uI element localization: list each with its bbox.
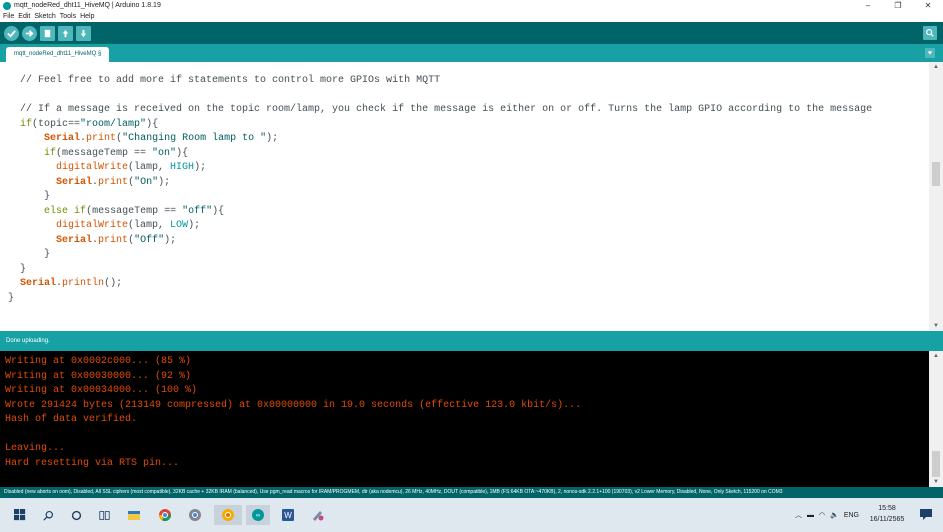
console-text: Writing at 0x0002c000... (85 %) Writing …: [5, 355, 581, 471]
code-line: }: [8, 263, 27, 275]
console-line: Wrote 291424 bytes (213149 compressed) a…: [5, 399, 582, 411]
chrome-dev-icon[interactable]: [185, 505, 205, 525]
scroll-up-icon[interactable]: ▲: [929, 62, 943, 72]
code-line: }: [8, 191, 51, 202]
menu-help[interactable]: Help: [80, 11, 94, 22]
code-line: else if(messageTemp == "off"){: [44, 205, 225, 217]
maximize-button[interactable]: ❐: [883, 0, 913, 11]
cortana-icon[interactable]: [66, 505, 86, 525]
svg-text:∞: ∞: [256, 513, 260, 519]
status-bar: Done uploading.: [0, 331, 943, 351]
window-title: mqtt_nodeRed_dht11_HiveMQ | Arduino 1.8.…: [14, 2, 161, 9]
menu-tools[interactable]: Tools: [60, 11, 76, 22]
clock[interactable]: 15:58 16/11/2565: [867, 503, 907, 525]
save-icon: [80, 29, 87, 37]
windows-start-icon[interactable]: [10, 505, 30, 525]
upload-button[interactable]: [22, 25, 37, 41]
console-line: Writing at 0x00030000... (92 %): [5, 370, 192, 382]
tab-menu-button[interactable]: [925, 48, 935, 58]
console-line: Hard resetting via RTS pin...: [5, 457, 180, 469]
console-line: Hash of data verified.: [5, 414, 138, 425]
console-line: Leaving...: [5, 443, 66, 454]
code-line: Serial.println();: [20, 278, 123, 289]
console-scroll-up-icon[interactable]: ▲: [929, 351, 943, 361]
board-info-bar: Disabled (new aborts on oom), Disabled, …: [0, 487, 943, 498]
console-scroll-down-icon[interactable]: ▼: [929, 477, 943, 487]
svg-text:W: W: [284, 511, 292, 520]
file-explorer-icon[interactable]: [124, 505, 144, 525]
code-line: // Feel free to add more if statements t…: [8, 75, 441, 86]
arduino-icon[interactable]: ∞: [246, 505, 270, 525]
console-scrollbar[interactable]: ▲ ▼: [929, 351, 943, 487]
clock-date: 16/11/2565: [869, 516, 905, 523]
code-line: Serial.print("On");: [56, 176, 171, 188]
magnifier-icon: [926, 29, 934, 37]
code-line: }: [8, 249, 51, 260]
open-icon: [62, 29, 69, 37]
code-line: digitalWrite(lamp, LOW);: [56, 220, 201, 231]
arduino-app-icon: [3, 1, 11, 10]
serial-monitor-button[interactable]: [923, 26, 937, 40]
paint-icon[interactable]: [308, 505, 328, 525]
console-line: Writing at 0x00034000... (100 %): [5, 385, 198, 396]
editor-scrollbar[interactable]: ▲ ▼: [929, 62, 943, 331]
window-controls: – ❐ ✕: [853, 0, 943, 11]
new-button[interactable]: [40, 25, 55, 41]
chrome-icon[interactable]: [155, 505, 175, 525]
menu-file[interactable]: File: [3, 11, 14, 22]
code-line: Serial.print("Changing Room lamp to ");: [44, 133, 279, 144]
network-icon[interactable]: ▬: [807, 512, 814, 519]
console-output[interactable]: Writing at 0x0002c000... (85 %) Writing …: [0, 351, 929, 487]
editor-scroll-thumb[interactable]: [932, 162, 940, 186]
chevron-down-icon: [927, 51, 933, 55]
console-scroll-thumb[interactable]: [932, 451, 940, 477]
taskbar: ∞ W ︿ ▬ ◠ 🔈 ENG 15:58 16/11/2565: [0, 498, 943, 532]
notification-icon[interactable]: [919, 507, 933, 521]
chrome-canary-icon[interactable]: [214, 505, 242, 525]
code-line: }: [8, 292, 15, 304]
upload-icon: [25, 29, 34, 37]
volume-icon[interactable]: 🔈: [830, 511, 839, 519]
menu-bar: File Edit Sketch Tools Help: [0, 11, 943, 22]
wifi-icon[interactable]: ◠: [819, 511, 825, 519]
code-line: if(topic=="room/lamp"){: [20, 118, 159, 130]
code-editor[interactable]: // Feel free to add more if statements t…: [0, 62, 929, 331]
clock-time: 15:58: [878, 505, 896, 512]
toolbar: [0, 22, 943, 44]
task-view-icon[interactable]: [94, 505, 114, 525]
code-line: // If a message is received on the topic…: [8, 104, 873, 115]
save-button[interactable]: [76, 25, 91, 41]
close-button[interactable]: ✕: [913, 0, 943, 11]
verify-button[interactable]: [4, 25, 19, 41]
new-icon: [44, 29, 51, 37]
console-line: Writing at 0x0002c000... (85 %): [5, 356, 192, 367]
code-line: digitalWrite(lamp, HIGH);: [56, 162, 207, 173]
scroll-down-icon[interactable]: ▼: [929, 321, 943, 331]
open-button[interactable]: [58, 25, 73, 41]
menu-sketch[interactable]: Sketch: [34, 11, 55, 22]
code-text: // Feel free to add more if statements t…: [8, 74, 872, 306]
verify-icon: [7, 29, 16, 38]
tab-bar: mqtt_nodeRed_dht11_HiveMQ §: [0, 44, 943, 62]
title-bar: mqtt_nodeRed_dht11_HiveMQ | Arduino 1.8.…: [0, 0, 943, 11]
tab-sketch[interactable]: mqtt_nodeRed_dht11_HiveMQ §: [6, 47, 110, 62]
code-line: if(messageTemp == "on"){: [44, 147, 189, 159]
word-icon[interactable]: W: [278, 505, 298, 525]
code-line: Serial.print("Off");: [56, 234, 177, 246]
search-icon[interactable]: [38, 505, 58, 525]
menu-edit[interactable]: Edit: [18, 11, 30, 22]
language-indicator[interactable]: ENG: [844, 512, 859, 519]
chevron-up-icon[interactable]: ︿: [795, 510, 802, 520]
minimize-button[interactable]: –: [853, 0, 883, 11]
board-info-text: Disabled (new aborts on oom), Disabled, …: [4, 489, 783, 495]
status-text: Done uploading.: [6, 338, 50, 344]
